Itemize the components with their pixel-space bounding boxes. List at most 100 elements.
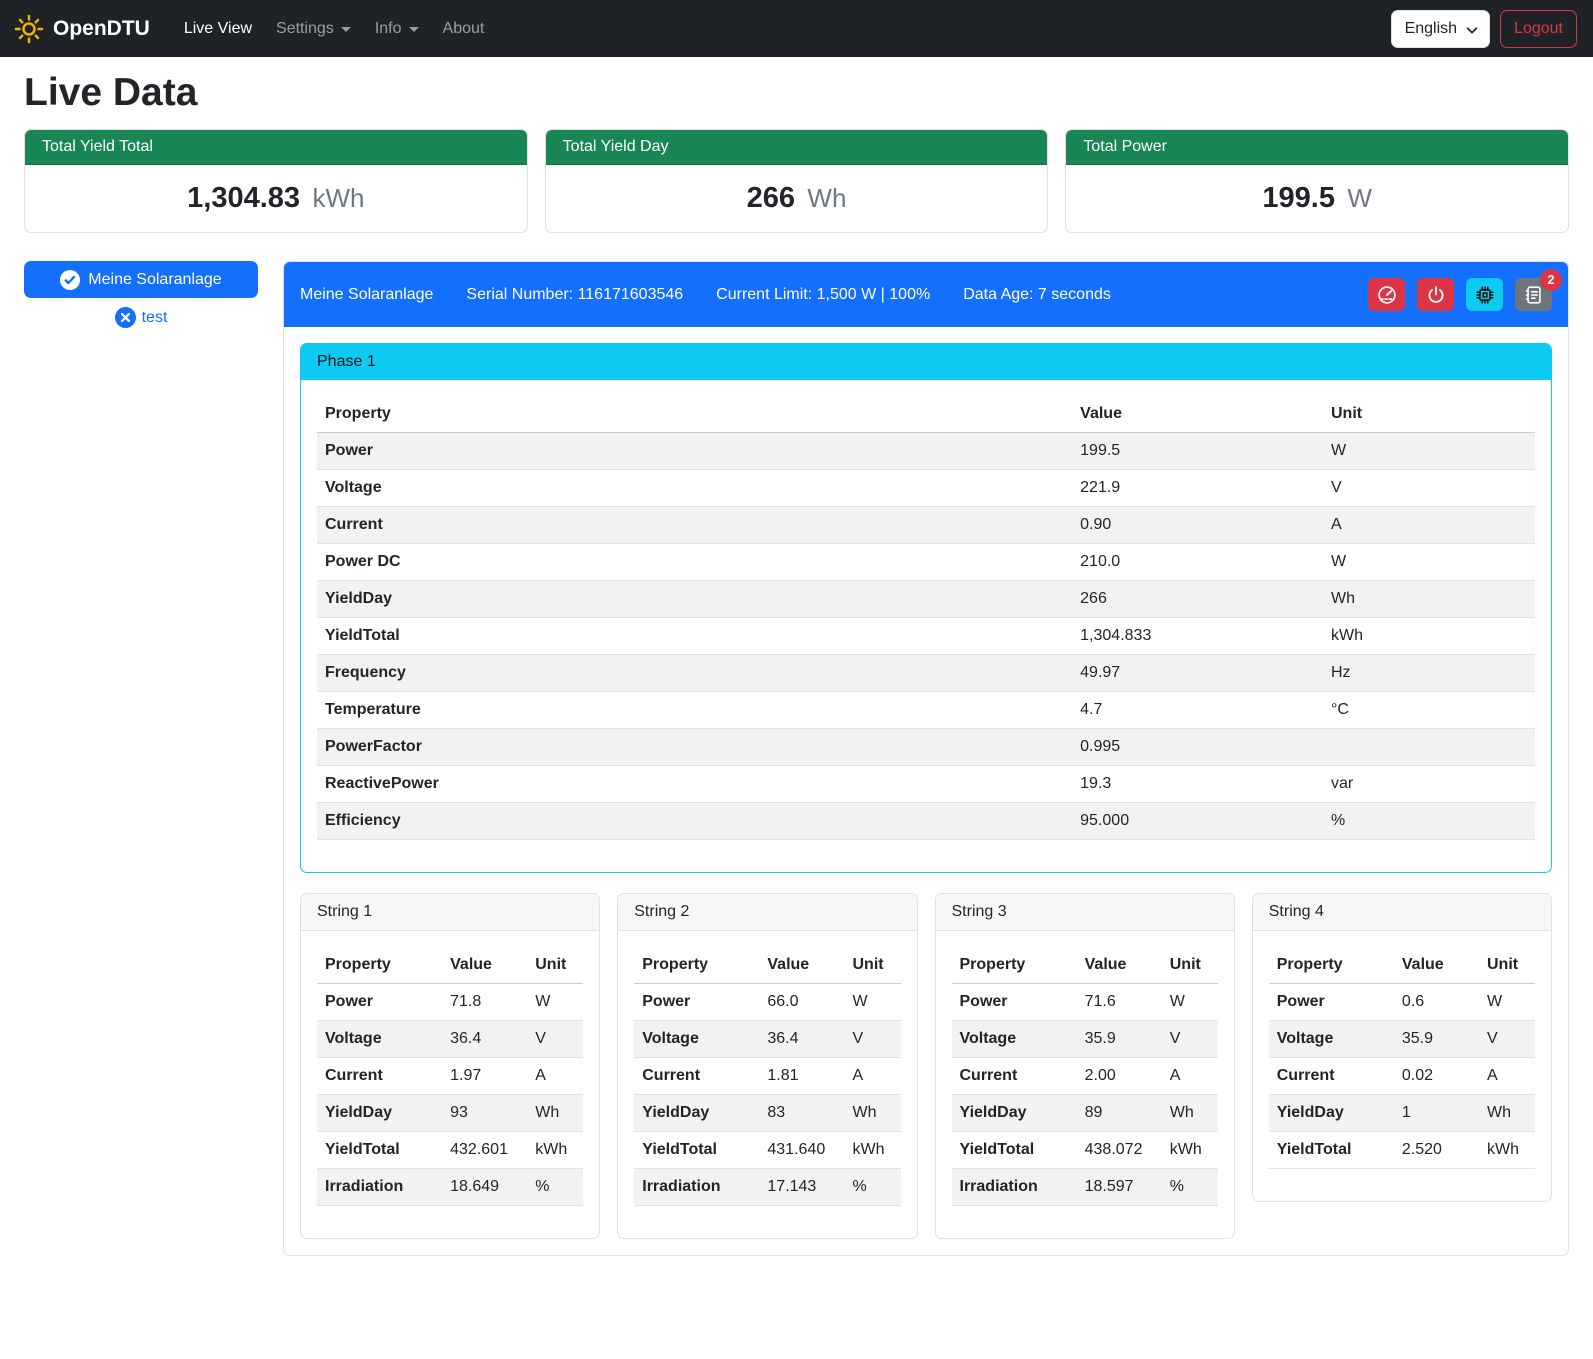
row-property: Efficiency [317, 803, 1072, 840]
table-row: YieldTotal2.520kWh [1269, 1132, 1535, 1169]
row-property: YieldTotal [1269, 1132, 1394, 1169]
row-unit: W [845, 984, 901, 1021]
power-icon [1425, 284, 1447, 306]
string-4-table: Property Value Unit Power0.6WVoltage35.9… [1269, 947, 1535, 1169]
table-row: PowerFactor0.995 [317, 729, 1535, 766]
string-card-2: String 2 Property Value Unit Power66.0WV… [617, 893, 917, 1239]
row-unit: Wh [1162, 1095, 1218, 1132]
row-value: 266 [1072, 581, 1323, 618]
row-unit: A [1479, 1058, 1535, 1095]
inverter-button-selected[interactable]: Meine Solaranlage [24, 261, 258, 298]
row-value: 89 [1077, 1095, 1162, 1132]
col-unit: Unit [527, 947, 583, 984]
row-property: Frequency [317, 655, 1072, 692]
power-button[interactable] [1417, 278, 1454, 311]
row-value: 18.597 [1077, 1169, 1162, 1206]
summary-card-title: Total Yield Day [546, 130, 1048, 165]
table-row: YieldDay266Wh [317, 581, 1535, 618]
row-property: Current [1269, 1058, 1394, 1095]
strings-row: String 1 Property Value Unit Power71.8WV… [300, 893, 1552, 1239]
table-row: Voltage35.9V [952, 1021, 1218, 1058]
table-row: Efficiency95.000% [317, 803, 1535, 840]
col-unit: Unit [845, 947, 901, 984]
inverter-card: Meine Solaranlage Serial Number: 1161716… [283, 261, 1569, 1256]
brand[interactable]: OpenDTU [14, 14, 150, 44]
row-property: Irradiation [317, 1169, 442, 1206]
nav-links: Live View Settings Info About [176, 12, 1391, 46]
col-value: Value [1394, 947, 1479, 984]
inverter-test-label: test [142, 309, 168, 327]
logout-button[interactable]: Logout [1500, 10, 1577, 48]
page-title: Live Data [24, 71, 1569, 115]
row-value: 4.7 [1072, 692, 1323, 729]
row-unit: % [1323, 803, 1535, 840]
col-property: Property [952, 947, 1077, 984]
row-value: 1,304.833 [1072, 618, 1323, 655]
row-unit: kWh [527, 1132, 583, 1169]
inverter-button-test[interactable]: test [24, 307, 258, 328]
phase-card-title: Phase 1 [301, 344, 1551, 380]
summary-unit: W [1347, 183, 1372, 213]
table-row: YieldDay83Wh [634, 1095, 900, 1132]
row-property: Power [1269, 984, 1394, 1021]
device-info-button[interactable] [1466, 278, 1503, 311]
row-unit: V [1162, 1021, 1218, 1058]
table-row: YieldTotal1,304.833kWh [317, 618, 1535, 655]
row-property: Power [317, 984, 442, 1021]
table-row: Current1.81A [634, 1058, 900, 1095]
limit-settings-button[interactable] [1368, 278, 1405, 311]
table-row: Temperature4.7°C [317, 692, 1535, 729]
row-unit: kWh [845, 1132, 901, 1169]
nav-item-settings[interactable]: Settings [268, 12, 359, 46]
nav-item-info[interactable]: Info [367, 12, 427, 46]
row-property: Power [634, 984, 759, 1021]
chevron-down-icon [409, 27, 419, 32]
row-value: 1 [1394, 1095, 1479, 1132]
row-property: YieldTotal [634, 1132, 759, 1169]
inverter-selector: Meine Solaranlage test [24, 261, 258, 328]
row-unit: % [527, 1169, 583, 1206]
row-unit: A [527, 1058, 583, 1095]
nav-item-about[interactable]: About [435, 12, 493, 46]
row-unit: V [1323, 470, 1535, 507]
event-log-button[interactable]: 2 [1515, 278, 1552, 311]
cpu-icon [1474, 284, 1496, 306]
col-property: Property [317, 947, 442, 984]
summary-card-yield-total: Total Yield Total 1,304.83 kWh [24, 129, 528, 233]
summary-unit: Wh [807, 183, 846, 213]
row-value: 49.97 [1072, 655, 1323, 692]
table-row: YieldDay89Wh [952, 1095, 1218, 1132]
row-unit: A [1162, 1058, 1218, 1095]
x-circle-icon [115, 307, 136, 328]
col-property: Property [634, 947, 759, 984]
row-property: Power [952, 984, 1077, 1021]
row-property: PowerFactor [317, 729, 1072, 766]
summary-cards: Total Yield Total 1,304.83 kWh Total Yie… [24, 129, 1569, 233]
row-unit: °C [1323, 692, 1535, 729]
string-3-table: Property Value Unit Power71.6WVoltage35.… [952, 947, 1218, 1206]
row-value: 2.00 [1077, 1058, 1162, 1095]
row-property: YieldTotal [317, 618, 1072, 655]
col-value: Value [1072, 396, 1323, 433]
row-property: YieldDay [952, 1095, 1077, 1132]
phase-table: Property Value Unit Power199.5WVoltage22… [317, 396, 1535, 840]
row-property: Power [317, 433, 1072, 470]
row-unit: var [1323, 766, 1535, 803]
string-card-3: String 3 Property Value Unit Power71.6WV… [935, 893, 1235, 1239]
table-row: Irradiation18.597% [952, 1169, 1218, 1206]
inverter-actions: 2 [1368, 278, 1552, 311]
row-property: Voltage [317, 470, 1072, 507]
row-value: 71.6 [1077, 984, 1162, 1021]
inverter-serial: Serial Number: 116171603546 [466, 286, 683, 304]
chevron-down-icon [341, 27, 351, 32]
row-property: ReactivePower [317, 766, 1072, 803]
row-unit: % [1162, 1169, 1218, 1206]
speedometer-icon [1376, 284, 1398, 306]
inverter-button-label: Meine Solaranlage [88, 271, 221, 289]
nav-item-live-view[interactable]: Live View [176, 12, 260, 46]
table-row: YieldTotal431.640kWh [634, 1132, 900, 1169]
table-row: ReactivePower19.3var [317, 766, 1535, 803]
row-property: Voltage [317, 1021, 442, 1058]
row-value: 18.649 [442, 1169, 527, 1206]
language-select[interactable]: English [1391, 10, 1490, 48]
